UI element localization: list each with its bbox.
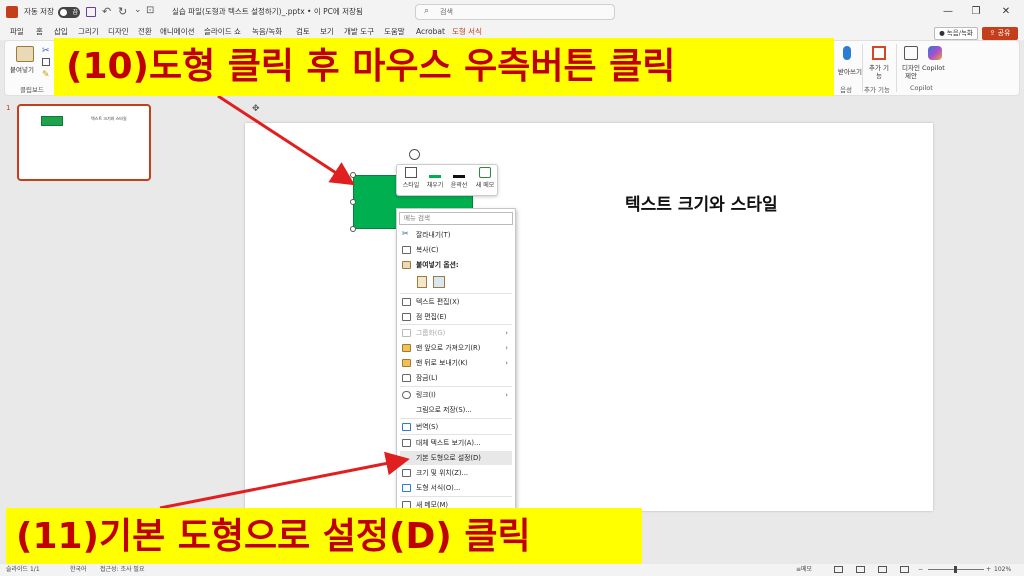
zoom-level[interactable]: 102% [994, 564, 1011, 576]
slide-counter: 슬라이드 1/1 [6, 566, 40, 573]
status-bar [0, 564, 1024, 576]
instruction-banner-step11: (11)기본 도형으로 설정(D) 클릭 [6, 508, 642, 566]
slideshow-icon[interactable] [900, 566, 909, 573]
notes-button[interactable]: ≡메모 [796, 564, 812, 576]
accessibility-status[interactable]: 접근성: 조사 필요 [100, 564, 144, 576]
zoom-slider-thumb[interactable] [954, 566, 957, 573]
arrow-to-menu-item [159, 451, 410, 510]
slide-sorter-icon[interactable] [856, 566, 865, 573]
zoom-out-icon[interactable]: − [918, 564, 923, 576]
language-indicator[interactable]: 한국어 [70, 564, 87, 576]
zoom-in-icon[interactable]: + [986, 564, 991, 576]
reading-view-icon[interactable] [878, 566, 887, 573]
normal-view-icon[interactable] [834, 566, 843, 573]
instruction-banner-step10: (10)도형 클릭 후 마우스 우측버튼 클릭 [54, 38, 834, 96]
arrow-to-shape [217, 94, 356, 186]
